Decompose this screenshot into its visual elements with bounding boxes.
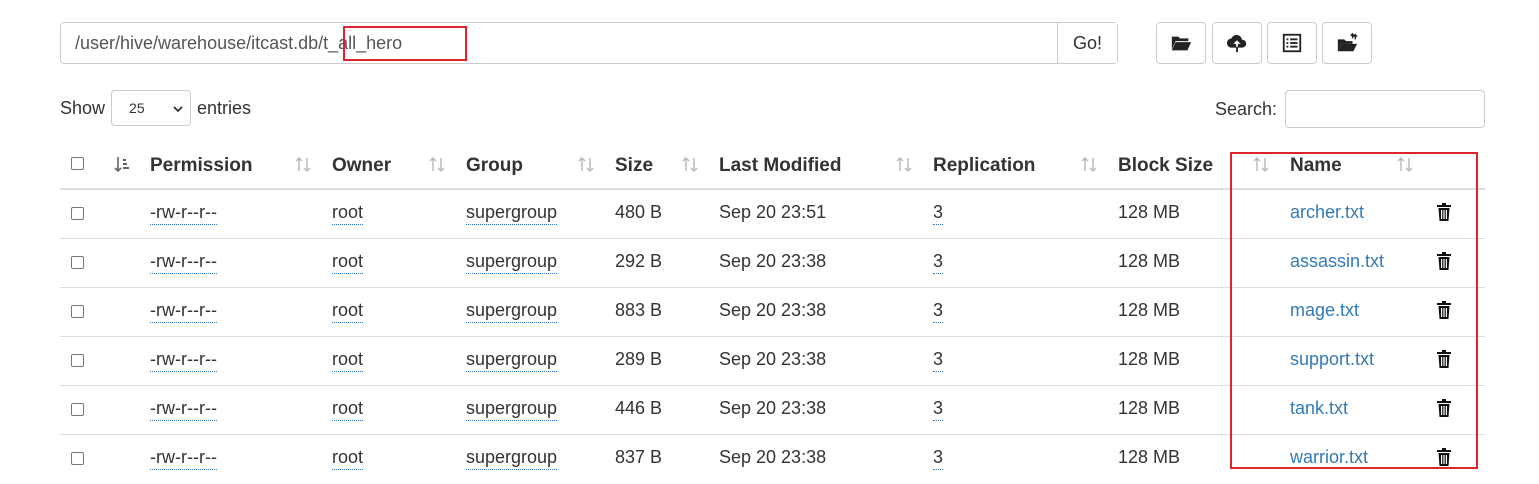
- permission-cell[interactable]: -rw-r--r--: [150, 447, 217, 470]
- column-group[interactable]: Group: [466, 155, 523, 177]
- owner-cell[interactable]: root: [332, 398, 364, 421]
- size-cell: 837 B: [615, 447, 663, 467]
- upload-button[interactable]: [1212, 22, 1262, 64]
- row-checkbox[interactable]: [71, 403, 84, 416]
- group-cell[interactable]: supergroup: [466, 349, 558, 372]
- owner-cell[interactable]: root: [332, 349, 364, 372]
- modified-cell: Sep 20 23:38: [719, 447, 827, 467]
- row-checkbox[interactable]: [71, 452, 84, 465]
- modified-cell: Sep 20 23:38: [719, 398, 827, 418]
- modified-cell: Sep 20 23:38: [719, 349, 827, 369]
- sort-icon[interactable]: [1081, 155, 1097, 175]
- size-cell: 480 B: [615, 202, 663, 222]
- column-replication[interactable]: Replication: [933, 155, 1035, 177]
- entries-label: entries: [197, 97, 252, 118]
- column-owner[interactable]: Owner: [332, 155, 391, 177]
- column-block-size[interactable]: Block Size: [1118, 155, 1213, 177]
- move-button[interactable]: [1322, 22, 1372, 64]
- entries-select[interactable]: 25: [111, 90, 192, 126]
- sort-icon[interactable]: [578, 155, 594, 175]
- group-cell[interactable]: supergroup: [466, 398, 558, 421]
- sort-icon[interactable]: [295, 155, 311, 175]
- row-checkbox[interactable]: [71, 207, 84, 220]
- sort-icon[interactable]: [896, 155, 912, 175]
- block-size-cell: 128 MB: [1118, 300, 1181, 320]
- column-last-modified[interactable]: Last Modified: [719, 155, 841, 177]
- group-cell[interactable]: supergroup: [466, 447, 558, 470]
- go-button[interactable]: Go!: [1057, 23, 1117, 63]
- size-cell: 292 B: [615, 251, 663, 271]
- block-size-cell: 128 MB: [1118, 447, 1181, 467]
- owner-cell[interactable]: root: [332, 447, 364, 470]
- path-highlight-box: [343, 26, 467, 61]
- path-bar: Go!: [60, 22, 1118, 64]
- row-checkbox[interactable]: [71, 354, 84, 367]
- permission-cell[interactable]: -rw-r--r--: [150, 251, 217, 274]
- sort-icon[interactable]: [682, 155, 698, 175]
- owner-cell[interactable]: root: [332, 251, 364, 274]
- size-cell: 289 B: [615, 349, 663, 369]
- group-cell[interactable]: supergroup: [466, 300, 558, 323]
- block-size-cell: 128 MB: [1118, 202, 1181, 222]
- chevron-down-icon: [173, 106, 183, 113]
- replication-cell[interactable]: 3: [933, 202, 944, 225]
- create-directory-button[interactable]: [1156, 22, 1206, 64]
- sort-asc-icon[interactable]: [114, 155, 130, 175]
- group-cell[interactable]: supergroup: [466, 251, 558, 274]
- row-checkbox[interactable]: [71, 256, 84, 269]
- owner-cell[interactable]: root: [332, 300, 364, 323]
- folder-move-icon: [1337, 32, 1358, 52]
- replication-cell[interactable]: 3: [933, 300, 944, 323]
- modified-cell: Sep 20 23:38: [719, 251, 827, 271]
- upload-icon: [1226, 35, 1247, 53]
- path-input[interactable]: [61, 23, 1057, 63]
- group-cell[interactable]: supergroup: [466, 202, 558, 225]
- search-input[interactable]: [1285, 90, 1485, 128]
- replication-cell[interactable]: 3: [933, 447, 944, 470]
- entries-length-control: Show 25 entries: [60, 90, 251, 126]
- modified-cell: Sep 20 23:51: [719, 202, 827, 222]
- owner-cell[interactable]: root: [332, 202, 364, 225]
- permission-cell[interactable]: -rw-r--r--: [150, 398, 217, 421]
- search-control: Search:: [1215, 90, 1485, 128]
- permission-cell[interactable]: -rw-r--r--: [150, 300, 217, 323]
- folder-open-icon: [1171, 36, 1192, 51]
- select-all-checkbox[interactable]: [71, 157, 84, 170]
- permission-cell[interactable]: -rw-r--r--: [150, 349, 217, 372]
- permission-cell[interactable]: -rw-r--r--: [150, 202, 217, 225]
- size-cell: 446 B: [615, 398, 663, 418]
- block-size-cell: 128 MB: [1118, 349, 1181, 369]
- show-label: Show: [60, 97, 106, 118]
- row-checkbox[interactable]: [71, 305, 84, 318]
- column-permission[interactable]: Permission: [150, 155, 252, 177]
- size-cell: 883 B: [615, 300, 663, 320]
- name-column-highlight-box: [1230, 152, 1478, 469]
- list-icon: [1282, 33, 1302, 53]
- list-view-button[interactable]: [1267, 22, 1317, 64]
- entries-select-value: 25: [129, 100, 145, 116]
- sort-icon[interactable]: [429, 155, 445, 175]
- modified-cell: Sep 20 23:38: [719, 300, 827, 320]
- replication-cell[interactable]: 3: [933, 398, 944, 421]
- replication-cell[interactable]: 3: [933, 349, 944, 372]
- replication-cell[interactable]: 3: [933, 251, 944, 274]
- block-size-cell: 128 MB: [1118, 398, 1181, 418]
- search-label: Search:: [1214, 98, 1277, 119]
- block-size-cell: 128 MB: [1118, 251, 1181, 271]
- column-size[interactable]: Size: [615, 155, 653, 177]
